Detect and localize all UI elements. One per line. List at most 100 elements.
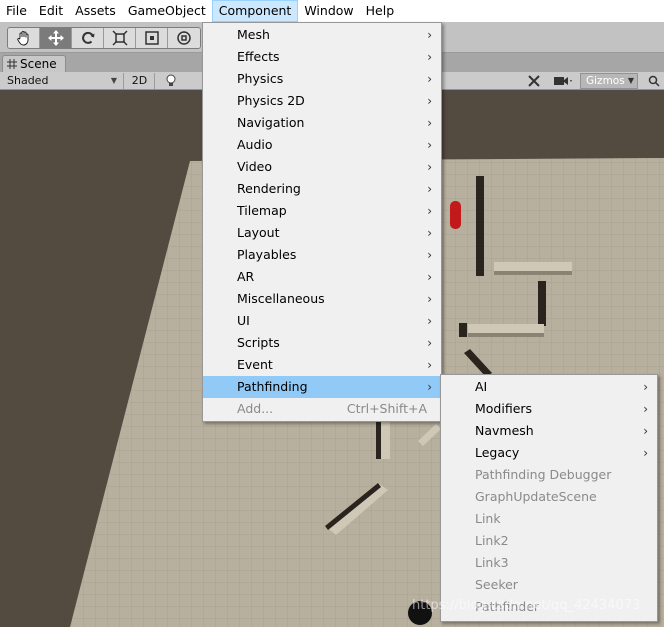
menu-item-label: Event <box>237 357 273 372</box>
transform-icon <box>177 31 191 45</box>
menu-item-rendering[interactable]: Rendering › <box>203 178 441 200</box>
scene-tools-button[interactable] <box>524 73 544 89</box>
move-tool-button[interactable] <box>40 28 72 48</box>
submenu-item-pathfinding-debugger[interactable]: Pathfinding Debugger <box>441 464 657 486</box>
scale-tool-button[interactable] <box>104 28 136 48</box>
chevron-right-icon: › <box>427 50 432 64</box>
menu-item-label: AR <box>237 269 255 284</box>
maze-wall <box>494 271 572 275</box>
menu-item-label: Video <box>237 159 273 174</box>
menu-item-add[interactable]: Add... Ctrl+Shift+A <box>203 398 441 420</box>
submenu-item-link[interactable]: Link <box>441 508 657 530</box>
menu-item-label: Mesh <box>237 27 270 42</box>
menu-component[interactable]: Component <box>211 0 299 22</box>
transform-tool-button[interactable] <box>168 28 200 48</box>
submenu-item-graphupdatescene[interactable]: GraphUpdateScene <box>441 486 657 508</box>
menu-item-navigation[interactable]: Navigation › <box>203 112 441 134</box>
watermark: https://blog.csdn.net/qq_42434073 <box>412 598 641 613</box>
caret-down-icon: ▼ <box>627 76 634 85</box>
menu-item-label: AI <box>475 379 488 394</box>
chevron-right-icon: › <box>643 380 648 394</box>
menu-item-ui[interactable]: UI › <box>203 310 441 332</box>
scene-search-button[interactable] <box>644 73 664 89</box>
submenu-item-navmesh[interactable]: Navmesh › <box>441 420 657 442</box>
camera-dropdown-button[interactable] <box>550 73 576 89</box>
agent-capsule <box>450 201 461 229</box>
pathfinding-submenu: AI › Modifiers › Navmesh › Legacy › Pathfind… <box>440 374 658 622</box>
menu-item-mesh[interactable]: Mesh › <box>203 24 441 46</box>
menu-item-physics-2d[interactable]: Physics 2D › <box>203 90 441 112</box>
menu-item-label: Link3 <box>475 555 509 570</box>
submenu-item-modifiers[interactable]: Modifiers › <box>441 398 657 420</box>
menu-item-video[interactable]: Video › <box>203 156 441 178</box>
camera-icon <box>554 77 572 85</box>
menu-item-label: Playables <box>237 247 297 262</box>
shading-mode-label: Shaded <box>7 74 49 87</box>
hand-tool-button[interactable] <box>8 28 40 48</box>
menu-item-tilemap[interactable]: Tilemap › <box>203 200 441 222</box>
chevron-right-icon: › <box>427 116 432 130</box>
menu-item-miscellaneous[interactable]: Miscellaneous › <box>203 288 441 310</box>
menu-window[interactable]: Window <box>298 0 359 22</box>
menu-item-layout[interactable]: Layout › <box>203 222 441 244</box>
menu-item-label: GraphUpdateScene <box>475 489 597 504</box>
component-menu: Mesh › Effects › Physics › Physics 2D › Navi… <box>202 22 442 422</box>
submenu-item-seeker[interactable]: Seeker <box>441 574 657 596</box>
maze-wall <box>459 323 467 337</box>
menu-item-label: Physics <box>237 71 284 86</box>
menu-file[interactable]: File <box>0 0 33 22</box>
submenu-item-legacy[interactable]: Legacy › <box>441 442 657 464</box>
shading-mode-dropdown[interactable]: Shaded ▼ <box>0 73 124 89</box>
menu-item-label: Effects <box>237 49 280 64</box>
menu-item-label: Add... <box>237 401 274 416</box>
toggle-2d-button[interactable]: 2D <box>125 73 155 89</box>
menu-item-pathfinding[interactable]: Pathfinding › <box>203 376 441 398</box>
tab-scene[interactable]: Scene <box>2 55 66 72</box>
maze-wall <box>468 324 544 333</box>
gizmos-dropdown[interactable]: Gizmos ▼ <box>580 73 638 89</box>
chevron-right-icon: › <box>427 270 432 284</box>
rect-icon <box>144 31 159 45</box>
menu-item-effects[interactable]: Effects › <box>203 46 441 68</box>
menu-item-playables[interactable]: Playables › <box>203 244 441 266</box>
menu-item-label: Tilemap <box>237 203 287 218</box>
shortcut-label: Ctrl+Shift+A <box>346 401 427 416</box>
menu-assets[interactable]: Assets <box>69 0 122 22</box>
menu-item-label: Audio <box>237 137 273 152</box>
submenu-item-link3[interactable]: Link3 <box>441 552 657 574</box>
chevron-right-icon: › <box>643 446 648 460</box>
menu-edit[interactable]: Edit <box>33 0 69 22</box>
search-icon <box>648 75 660 87</box>
chevron-right-icon: › <box>427 314 432 328</box>
menu-help[interactable]: Help <box>360 0 401 22</box>
menu-item-label: Scripts <box>237 335 280 350</box>
menu-item-event[interactable]: Event › <box>203 354 441 376</box>
lighting-toggle-button[interactable] <box>160 73 182 89</box>
menu-item-label: Layout <box>237 225 280 240</box>
grid-icon <box>7 59 17 69</box>
chevron-right-icon: › <box>427 336 432 350</box>
menu-item-label: Modifiers <box>475 401 533 416</box>
submenu-item-link2[interactable]: Link2 <box>441 530 657 552</box>
menu-item-label: Link <box>475 511 501 526</box>
rect-tool-button[interactable] <box>136 28 168 48</box>
tools-icon <box>528 75 540 87</box>
gizmos-label: Gizmos <box>586 75 625 87</box>
menu-item-physics[interactable]: Physics › <box>203 68 441 90</box>
menu-item-label: Rendering <box>237 181 301 196</box>
menu-item-label: Navmesh <box>475 423 534 438</box>
rotate-tool-button[interactable] <box>72 28 104 48</box>
chevron-right-icon: › <box>427 182 432 196</box>
menu-item-label: Miscellaneous <box>237 291 325 306</box>
chevron-right-icon: › <box>427 248 432 262</box>
menu-item-label: Pathfinding <box>237 379 308 394</box>
menu-gameobject[interactable]: GameObject <box>122 0 212 22</box>
chevron-right-icon: › <box>427 28 432 42</box>
menu-item-audio[interactable]: Audio › <box>203 134 441 156</box>
chevron-right-icon: › <box>427 380 432 394</box>
submenu-item-ai[interactable]: AI › <box>441 376 657 398</box>
maze-wall <box>476 176 484 276</box>
menu-item-label: Legacy <box>475 445 520 460</box>
menu-item-ar[interactable]: AR › <box>203 266 441 288</box>
menu-item-scripts[interactable]: Scripts › <box>203 332 441 354</box>
